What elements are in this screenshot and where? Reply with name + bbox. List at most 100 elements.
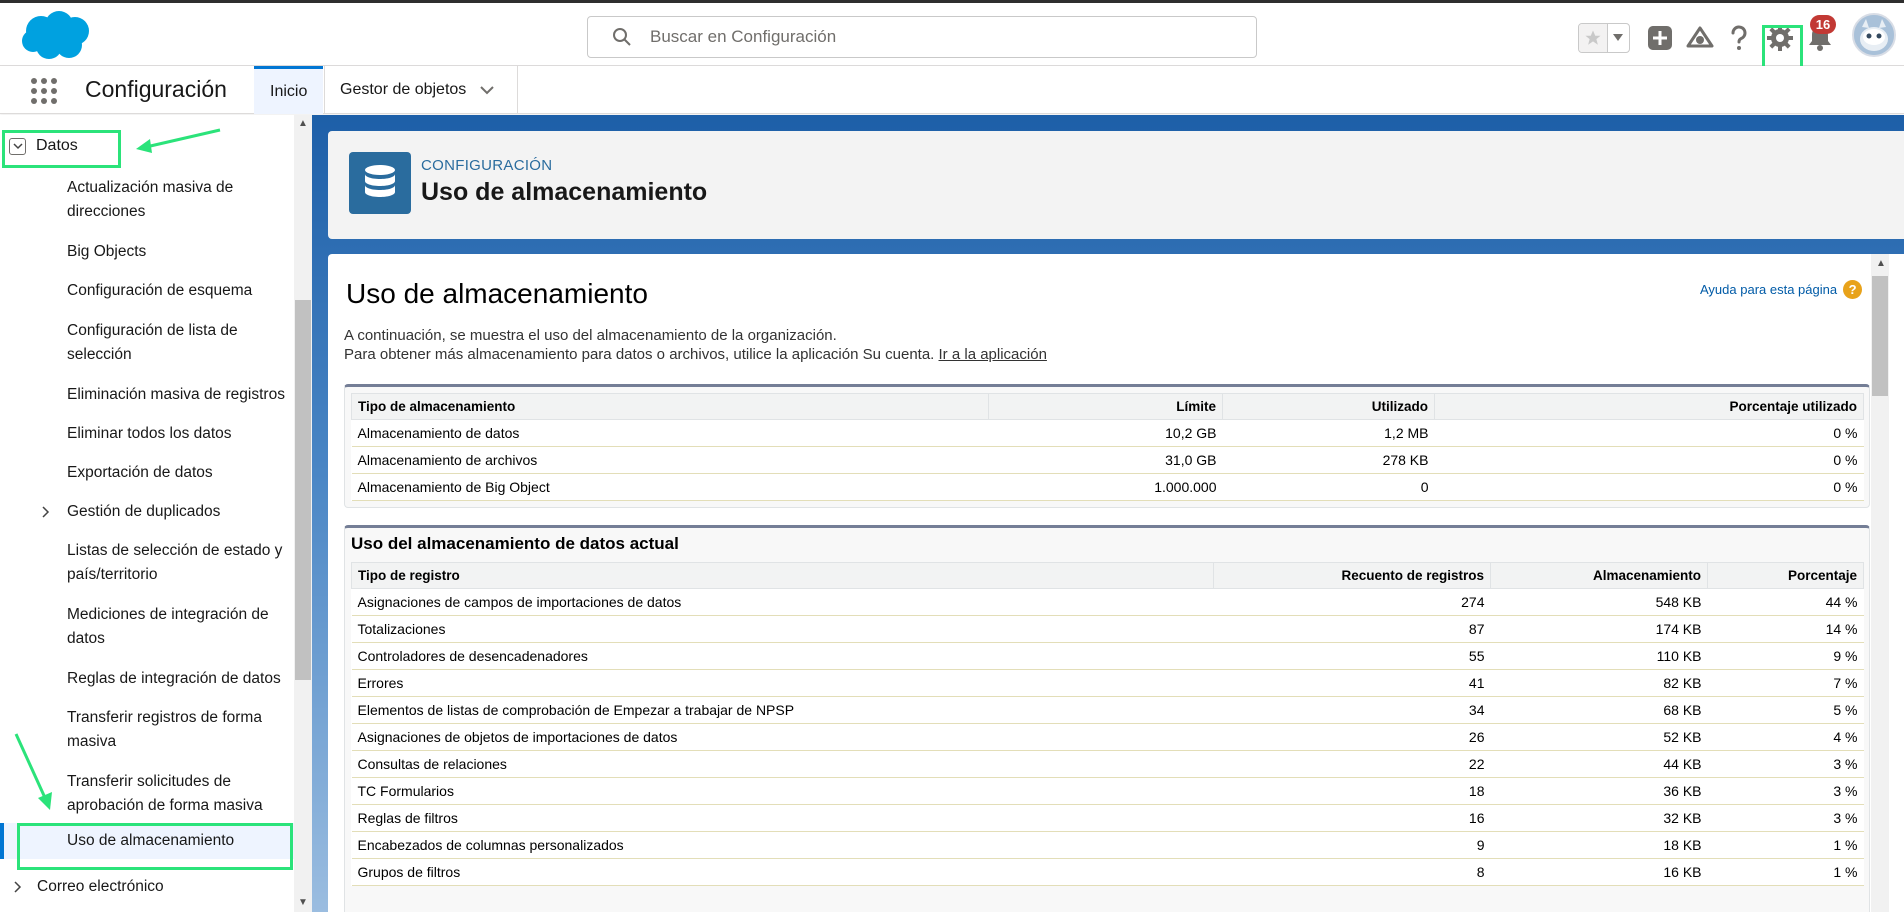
table-row: Controladores de desencadenadores 55 110 K… (351, 642, 1864, 670)
sidebar-item-big-objects[interactable]: Big Objects (67, 240, 292, 264)
cell-used: 278 KB (1222, 446, 1435, 474)
column-header: Límite (988, 393, 1223, 420)
page-title: Uso de almacenamiento (346, 278, 648, 309)
scroll-down-icon[interactable]: ▼ (296, 897, 310, 909)
cell-count: 22 (1213, 750, 1491, 778)
cell-used: 1,2 MB (1222, 419, 1435, 447)
cell-count: 9 (1213, 831, 1491, 859)
cell-used: 0 (1222, 473, 1435, 501)
chevron-right-icon[interactable] (14, 881, 22, 893)
sidebar-scrollbar-thumb[interactable] (295, 300, 311, 680)
chevron-down-icon[interactable] (480, 85, 495, 95)
user-avatar[interactable] (1852, 13, 1896, 57)
cell-type: Almacenamiento de datos (351, 419, 989, 447)
annotation-arrow-datos (136, 128, 221, 153)
table-row: Grupos de filtros 8 16 KB 1 % (351, 858, 1864, 886)
help-link-label: Ayuda para esta página (1700, 282, 1838, 297)
sidebar-item-transferir-registros[interactable]: Transferir registros de forma masiva (67, 706, 292, 754)
sidebar-item-transferir-solicitudes[interactable]: Transferir solicitudes de aprobación de … (67, 770, 292, 818)
current-usage-table: Tipo de registro Recuento de registros A… (351, 562, 1864, 886)
trailhead-icon[interactable] (1683, 21, 1717, 55)
tab-gestor-de-objetos[interactable]: Gestor de objetos (324, 66, 510, 114)
favorites-button[interactable] (1578, 23, 1630, 53)
current-usage-box: Uso del almacenamiento de datos actual T… (344, 525, 1870, 912)
column-header: Porcentaje (1707, 562, 1864, 589)
sidebar-item-configuracion-lista[interactable]: Configuración de lista de selección (67, 319, 292, 367)
storage-summary-table: Tipo de almacenamiento Límite Utilizado … (351, 393, 1864, 501)
cell-percent: 1 % (1707, 831, 1864, 859)
cell-record-type: Reglas de filtros (351, 804, 1214, 832)
cell-record-type: Controladores de desencadenadores (351, 642, 1214, 670)
page-header: CONFIGURACIÓN Uso de almacenamiento (328, 131, 1904, 239)
table-row: Totalizaciones 87 174 KB 14 % (351, 615, 1864, 643)
cell-percent: 44 % (1707, 588, 1864, 616)
cell-storage: 44 KB (1490, 750, 1708, 778)
table-row: Almacenamiento de archivos 31,0 GB 278 K… (351, 446, 1864, 474)
current-usage-title: Uso del almacenamiento de datos actual (351, 534, 679, 553)
sidebar-item-gestion-duplicados[interactable]: Gestión de duplicados (67, 500, 292, 524)
scroll-up-icon[interactable]: ▲ (1874, 258, 1888, 270)
cell-count: 16 (1213, 804, 1491, 832)
sidebar-item-exportacion[interactable]: Exportación de datos (67, 461, 292, 485)
table-row: Errores 41 82 KB 7 % (351, 669, 1864, 697)
cell-storage: 82 KB (1490, 669, 1708, 697)
cell-limit: 10,2 GB (988, 419, 1223, 447)
cell-percent: 9 % (1707, 642, 1864, 670)
search-icon (613, 28, 631, 46)
star-icon[interactable] (1579, 24, 1608, 52)
table-row: Encabezados de columnas personalizados 9 1… (351, 831, 1864, 859)
cell-percent: 7 % (1707, 669, 1864, 697)
column-header: Utilizado (1222, 393, 1435, 420)
global-search[interactable] (587, 16, 1257, 58)
sidebar-item-listas-seleccion-estado[interactable]: Listas de selección de estado y país/ter… (67, 539, 292, 587)
sidebar-item-eliminar-todos[interactable]: Eliminar todos los datos (67, 422, 292, 446)
sidebar-section-correo[interactable]: Correo electrónico (37, 875, 262, 899)
cell-record-type: Elementos de listas de comprobación de E… (351, 696, 1214, 724)
chevron-right-icon[interactable] (42, 506, 50, 518)
cell-type: Almacenamiento de Big Object (351, 473, 989, 501)
help-question-icon[interactable]: ? (1843, 280, 1863, 299)
table-row: Almacenamiento de Big Object 1.000.000 0… (351, 473, 1864, 501)
salesforce-logo[interactable] (19, 9, 93, 61)
sidebar-item-actualizacion-masiva[interactable]: Actualización masiva de direcciones (67, 176, 292, 224)
favorites-dropdown-icon[interactable] (1608, 24, 1629, 52)
table-row: Consultas de relaciones 22 44 KB 3 % (351, 750, 1864, 778)
help-link[interactable]: Ayuda para esta página ? (1700, 280, 1863, 299)
cell-storage: 52 KB (1490, 723, 1708, 751)
storage-summary-box: Tipo de almacenamiento Límite Utilizado … (344, 384, 1870, 508)
tab-divider (517, 66, 518, 114)
cell-storage: 18 KB (1490, 831, 1708, 859)
table-header-row: Tipo de registro Recuento de registros A… (351, 562, 1864, 589)
cell-record-type: Asignaciones de campos de importaciones … (351, 588, 1214, 616)
help-icon[interactable] (1722, 21, 1756, 55)
cell-count: 18 (1213, 777, 1491, 805)
go-to-app-link[interactable]: Ir a la aplicación (939, 346, 1047, 363)
global-header: 16 (0, 0, 1904, 66)
tab-inicio[interactable]: Inicio (254, 66, 324, 114)
content-scrollbar-thumb[interactable] (1872, 276, 1888, 396)
cell-count: 87 (1213, 615, 1491, 643)
cell-storage: 174 KB (1490, 615, 1708, 643)
cell-percent: 3 % (1707, 750, 1864, 778)
cell-storage: 36 KB (1490, 777, 1708, 805)
annotation-highlight-datos (2, 130, 121, 168)
sidebar-item-reglas-integracion[interactable]: Reglas de integración de datos (67, 667, 292, 691)
cell-percent: 5 % (1707, 696, 1864, 724)
table-row: Asignaciones de campos de importaciones … (351, 588, 1864, 616)
add-icon[interactable] (1643, 21, 1677, 55)
cell-percent: 14 % (1707, 615, 1864, 643)
sidebar-item-configuracion-esquema[interactable]: Configuración de esquema (67, 279, 292, 303)
sidebar-item-mediciones-integracion[interactable]: Mediciones de integración de datos (67, 603, 292, 651)
app-title: Configuración (85, 76, 227, 102)
annotation-highlight-gear (1762, 25, 1803, 71)
cell-storage: 68 KB (1490, 696, 1708, 724)
cell-percent: 0 % (1434, 473, 1864, 501)
scroll-up-icon[interactable]: ▲ (296, 118, 310, 130)
cell-record-type: Grupos de filtros (351, 858, 1214, 886)
search-input[interactable] (650, 27, 1230, 47)
sidebar-item-eliminacion-masiva[interactable]: Eliminación masiva de registros (67, 383, 299, 407)
intro-line-2: Para obtener más almacenamiento para dat… (344, 346, 1047, 363)
app-launcher-icon[interactable] (28, 75, 58, 105)
cell-storage: 32 KB (1490, 804, 1708, 832)
intro-line-1: A continuación, se muestra el uso del al… (344, 327, 837, 344)
